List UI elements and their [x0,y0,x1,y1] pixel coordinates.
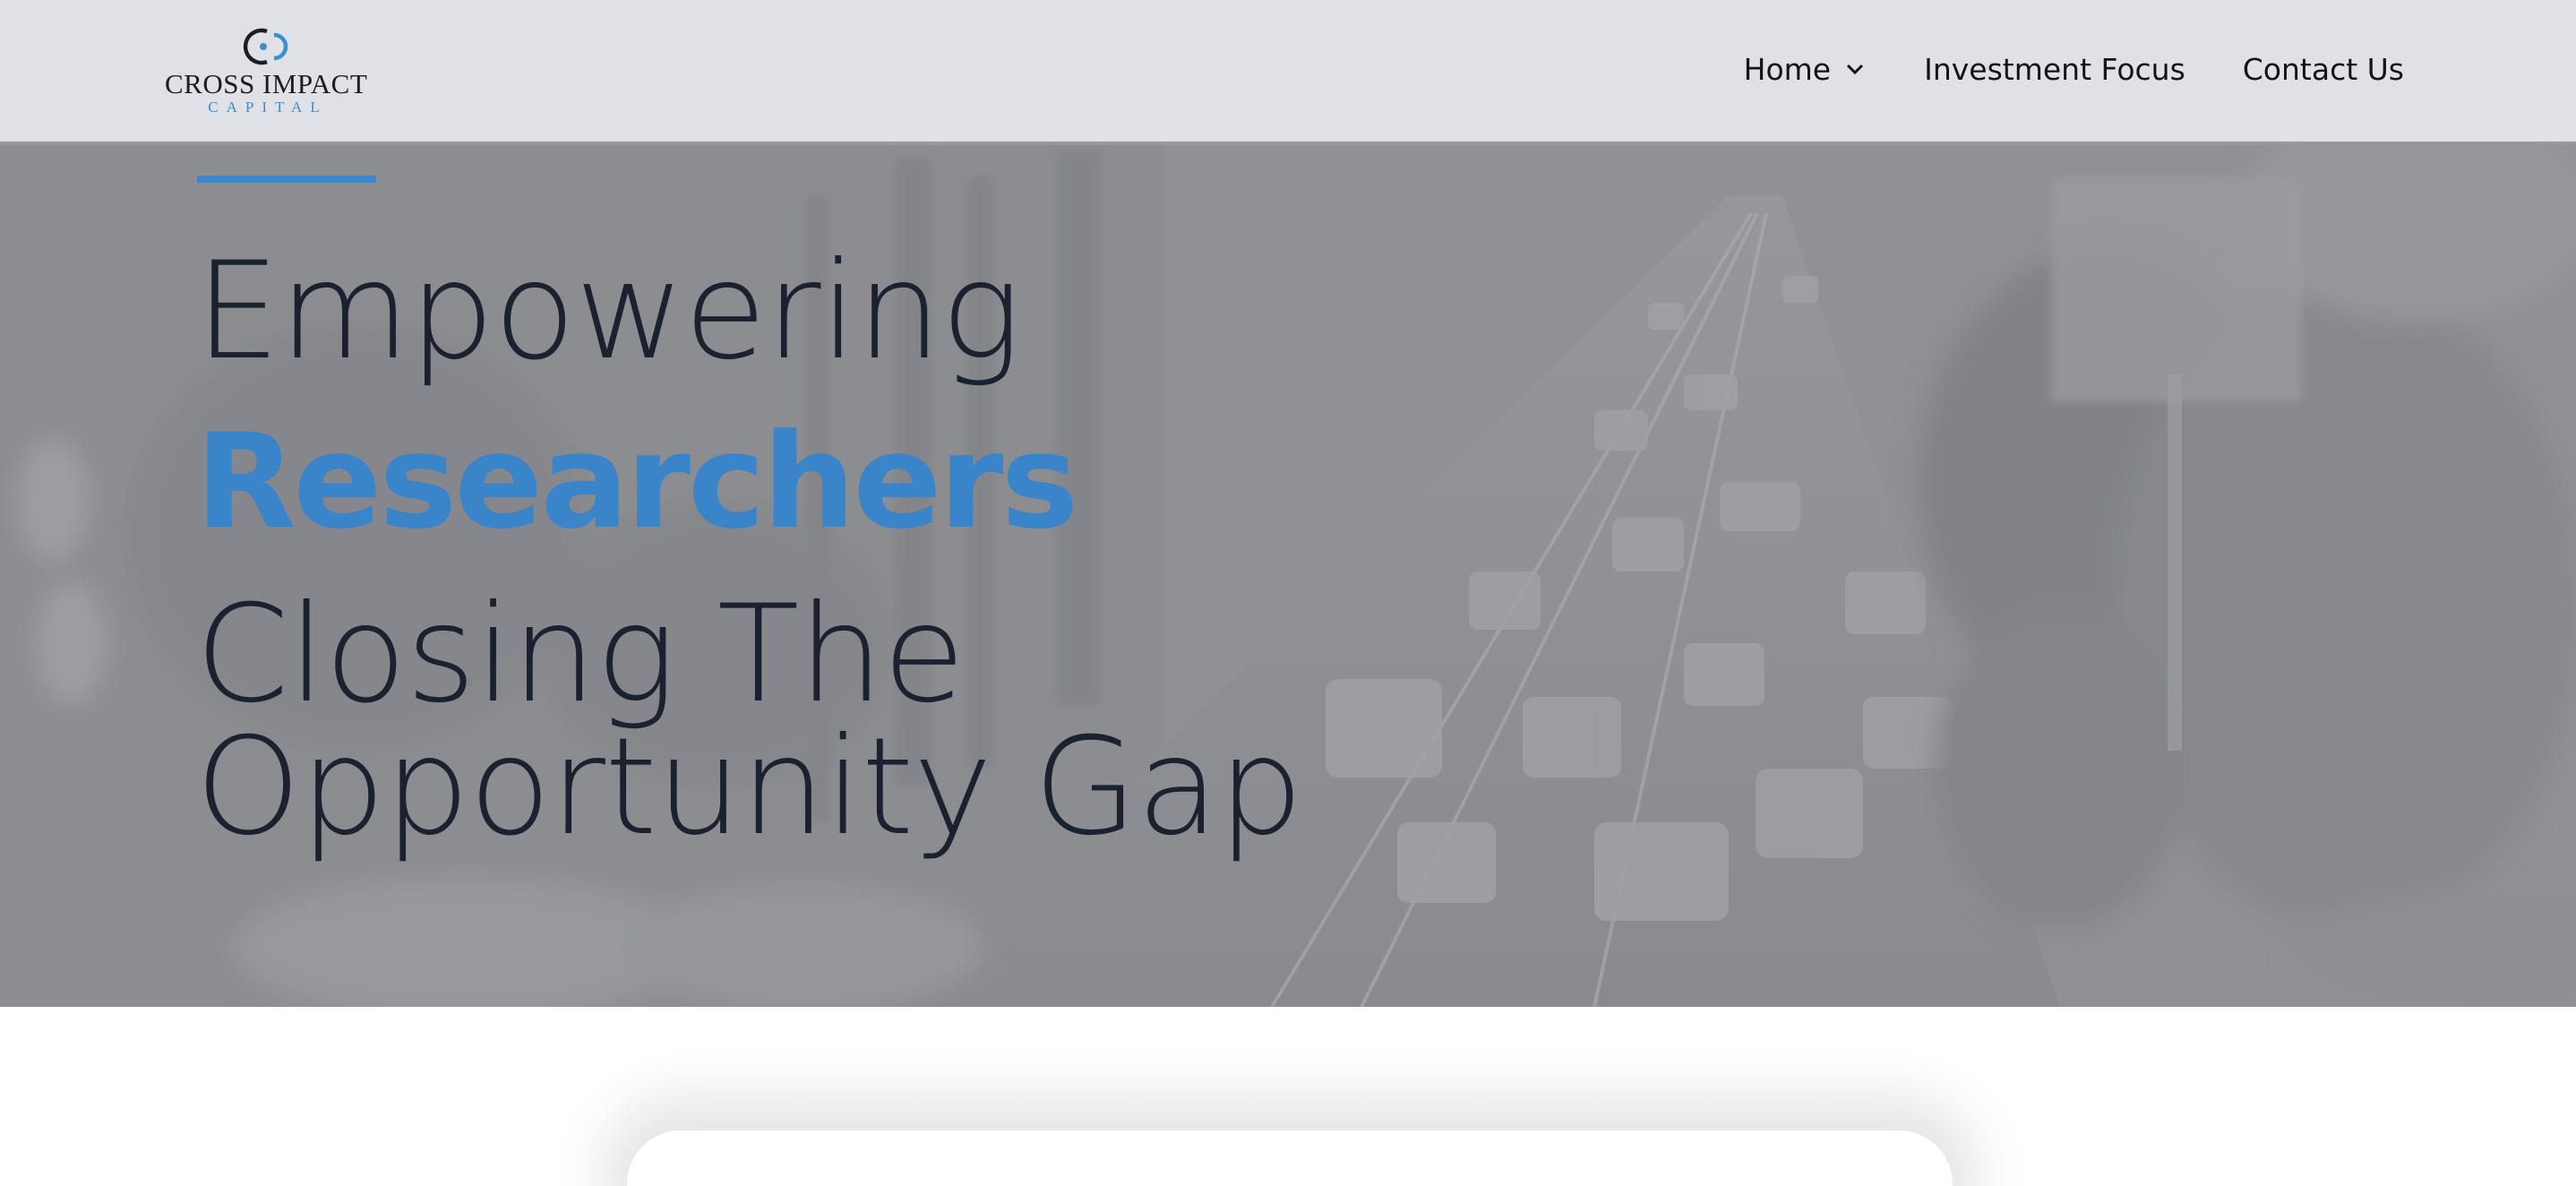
logo-subtitle: CAPITAL [208,99,328,116]
content-card [627,1130,1953,1186]
nav-contact-us[interactable]: Contact Us [2243,47,2404,91]
nav-investment-focus[interactable]: Investment Focus [1924,47,2185,91]
site-header: CROSS IMPACT CAPITAL Home Investment Foc… [0,0,2576,142]
main-nav: Home Investment Focus Contact Us [1744,47,2404,91]
logo-mark-icon [243,28,288,65]
hero-section: Empowering Researchers Closing The Oppor… [0,142,2576,1007]
hero-accent-line [197,176,376,183]
hero-subheading-line-1: Closing The [195,577,966,733]
hero-heading-highlight: Researchers [195,406,1078,558]
nav-home[interactable]: Home [1744,47,1865,91]
chevron-down-icon [1847,64,1864,75]
nav-home-label: Home [1743,51,1832,87]
logo-name: CROSS IMPACT [165,68,368,99]
hero-subheading-line-2: Opportunity Gap [195,709,1303,865]
hero-heading-line-1: Empowering [195,234,1021,390]
logo[interactable]: CROSS IMPACT CAPITAL [165,23,368,116]
